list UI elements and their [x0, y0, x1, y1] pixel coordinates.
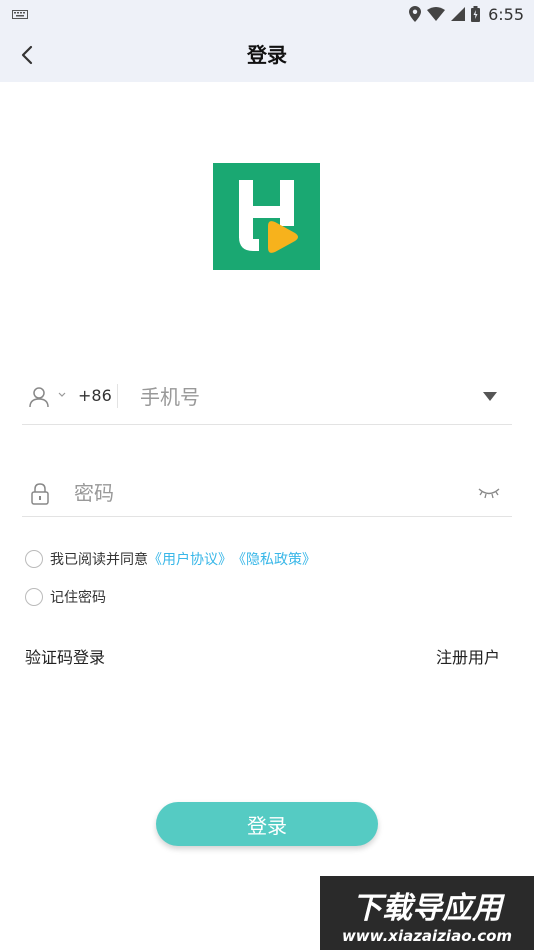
agreement-row: 我已阅读并同意 《用户协议》 《隐私政策》 — [25, 549, 316, 569]
watermark: 下载导应用 www.xiazaiziao.com — [320, 876, 534, 950]
remember-checkbox[interactable] — [25, 588, 43, 606]
back-button[interactable] — [10, 38, 44, 72]
agreement-text: 我已阅读并同意 — [50, 552, 148, 568]
page-title: 登录 — [247, 43, 287, 67]
wifi-icon — [427, 7, 446, 21]
eye-closed-icon[interactable] — [478, 486, 500, 500]
remember-label[interactable]: 记住密码 — [50, 587, 106, 607]
status-bar: 6:55 — [0, 0, 534, 28]
lock-icon — [31, 483, 49, 505]
location-icon — [409, 6, 422, 22]
agreement-checkbox[interactable] — [25, 550, 43, 568]
watermark-title: 下载导应用 — [352, 891, 506, 926]
register-link[interactable]: 注册用户 — [436, 644, 500, 668]
battery-icon — [471, 6, 481, 22]
dropdown-arrow-icon[interactable] — [483, 392, 497, 401]
chevron-down-icon[interactable] — [58, 392, 66, 398]
sms-login-link[interactable]: 验证码登录 — [25, 644, 105, 668]
password-row — [22, 470, 512, 517]
keyboard-icon — [12, 10, 28, 19]
phone-input[interactable] — [140, 378, 460, 416]
status-time: 6:55 — [488, 4, 524, 24]
status-icons: 6:55 — [409, 3, 524, 25]
chevron-left-icon — [21, 45, 33, 65]
signal-icon — [451, 7, 466, 21]
password-input[interactable] — [74, 474, 434, 512]
divider — [117, 384, 118, 408]
login-button[interactable]: 登录 — [156, 802, 378, 846]
phone-row: +86 — [22, 372, 512, 425]
remember-row: 记住密码 — [25, 587, 106, 607]
country-code[interactable]: +86 — [78, 386, 112, 405]
user-agreement-link[interactable]: 《用户协议》 — [148, 549, 232, 569]
app-logo — [213, 163, 320, 270]
person-icon — [29, 387, 49, 408]
watermark-url: www.xiazaiziao.com — [342, 927, 512, 945]
privacy-policy-link[interactable]: 《隐私政策》 — [232, 549, 316, 569]
app-bar: 登录 — [0, 28, 534, 82]
